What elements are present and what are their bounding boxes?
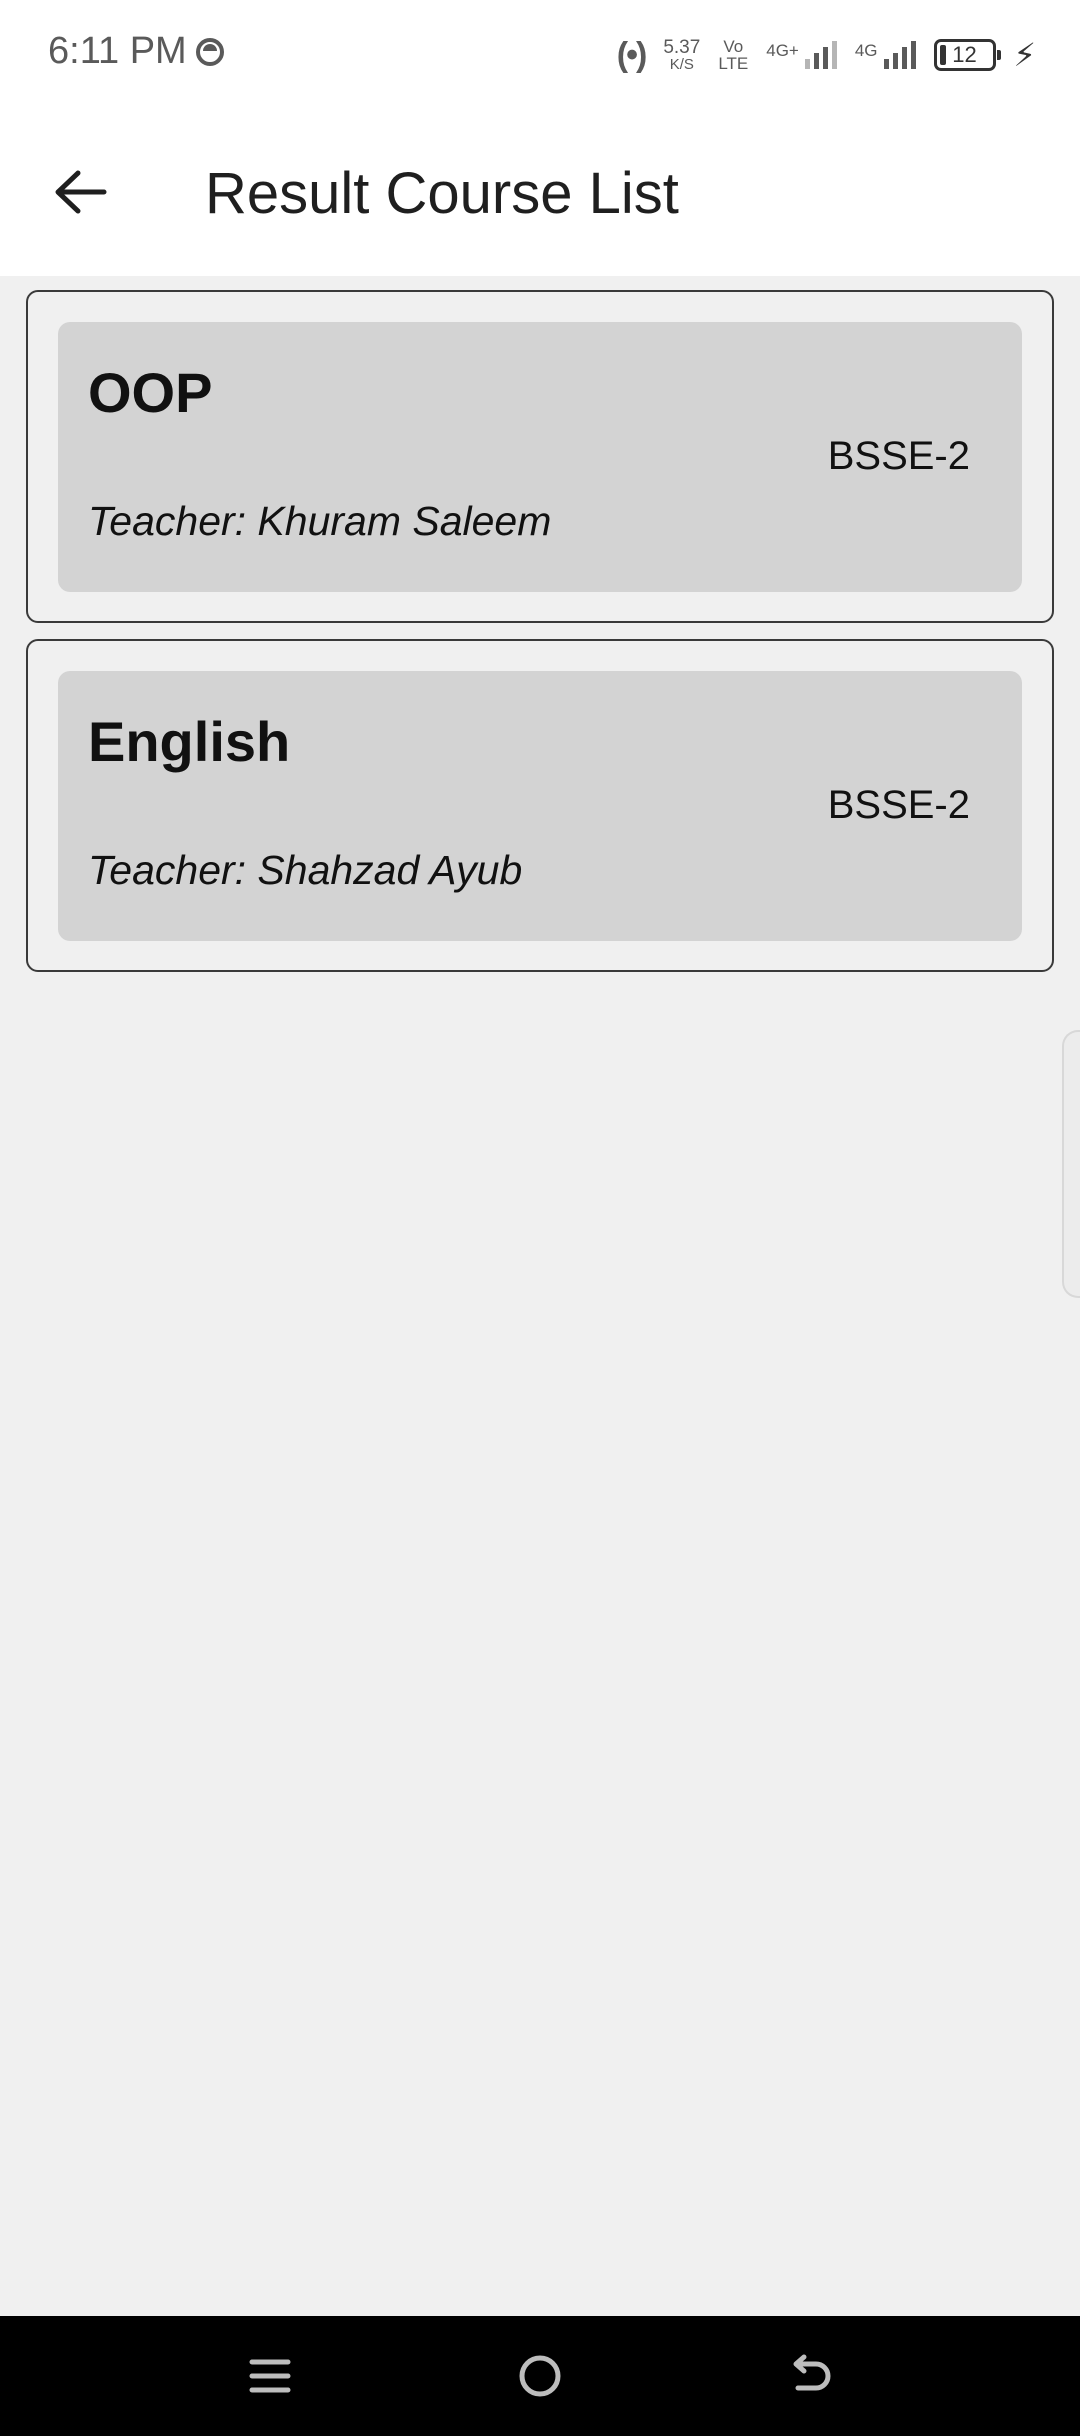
volte-top: Vo: [723, 37, 744, 56]
sim1-label: 4G+: [766, 41, 799, 60]
course-card-content[interactable]: OOP BSSE-2 Teacher: Khuram Saleem: [58, 322, 1022, 592]
volte-bottom: LTE: [718, 54, 749, 73]
course-card[interactable]: English BSSE-2 Teacher: Shahzad Ayub: [26, 639, 1054, 972]
page-title: Result Course List: [205, 161, 679, 226]
status-bar: 6:11 PM (•) 5.37 K/S Vo LTE 4G+ 4G 12 ⚡: [0, 0, 1080, 110]
status-icons: (•) 5.37 K/S Vo LTE 4G+ 4G 12 ⚡: [617, 30, 1036, 80]
course-class: BSSE-2: [827, 783, 970, 827]
nav-home-button[interactable]: [500, 2346, 580, 2406]
speed-unit: K/S: [669, 56, 694, 73]
sim2-label: 4G: [854, 41, 878, 60]
back-button[interactable]: [40, 152, 120, 232]
course-class: BSSE-2: [827, 434, 970, 478]
sim2-signal-icon: 4G: [855, 41, 916, 69]
nav-menu-button[interactable]: [230, 2346, 310, 2406]
system-nav-bar: [0, 2316, 1080, 2436]
course-name: English: [88, 710, 291, 773]
app-bar: Result Course List: [0, 110, 1080, 276]
menu-icon: [249, 2359, 291, 2393]
side-panel-handle[interactable]: [1062, 1030, 1080, 1298]
status-time: 6:11 PM: [48, 30, 187, 72]
charging-bolt-icon: ⚡: [1013, 37, 1036, 73]
course-card[interactable]: OOP BSSE-2 Teacher: Khuram Saleem: [26, 290, 1054, 623]
notification-face-icon: [196, 38, 224, 66]
course-card-content[interactable]: English BSSE-2 Teacher: Shahzad Ayub: [58, 671, 1022, 941]
battery-icon: 12: [933, 39, 1001, 71]
course-name: OOP: [88, 361, 213, 424]
arrow-left-icon: [55, 170, 107, 214]
volte-indicator: Vo LTE: [718, 38, 748, 72]
sim1-signal-icon: 4G+: [766, 41, 837, 69]
speed-value: 5.37: [663, 37, 701, 58]
return-icon: [793, 2354, 831, 2391]
home-circle-icon: [519, 2355, 561, 2397]
course-list: OOP BSSE-2 Teacher: Khuram Saleem Englis…: [26, 290, 1054, 988]
course-teacher: Teacher: Shahzad Ayub: [88, 847, 523, 893]
battery-level: 12: [952, 42, 977, 67]
hotspot-icon: (•): [616, 35, 648, 74]
network-speed: 5.37 K/S: [663, 38, 700, 72]
nav-back-button[interactable]: [770, 2346, 850, 2406]
course-teacher: Teacher: Khuram Saleem: [88, 498, 552, 544]
